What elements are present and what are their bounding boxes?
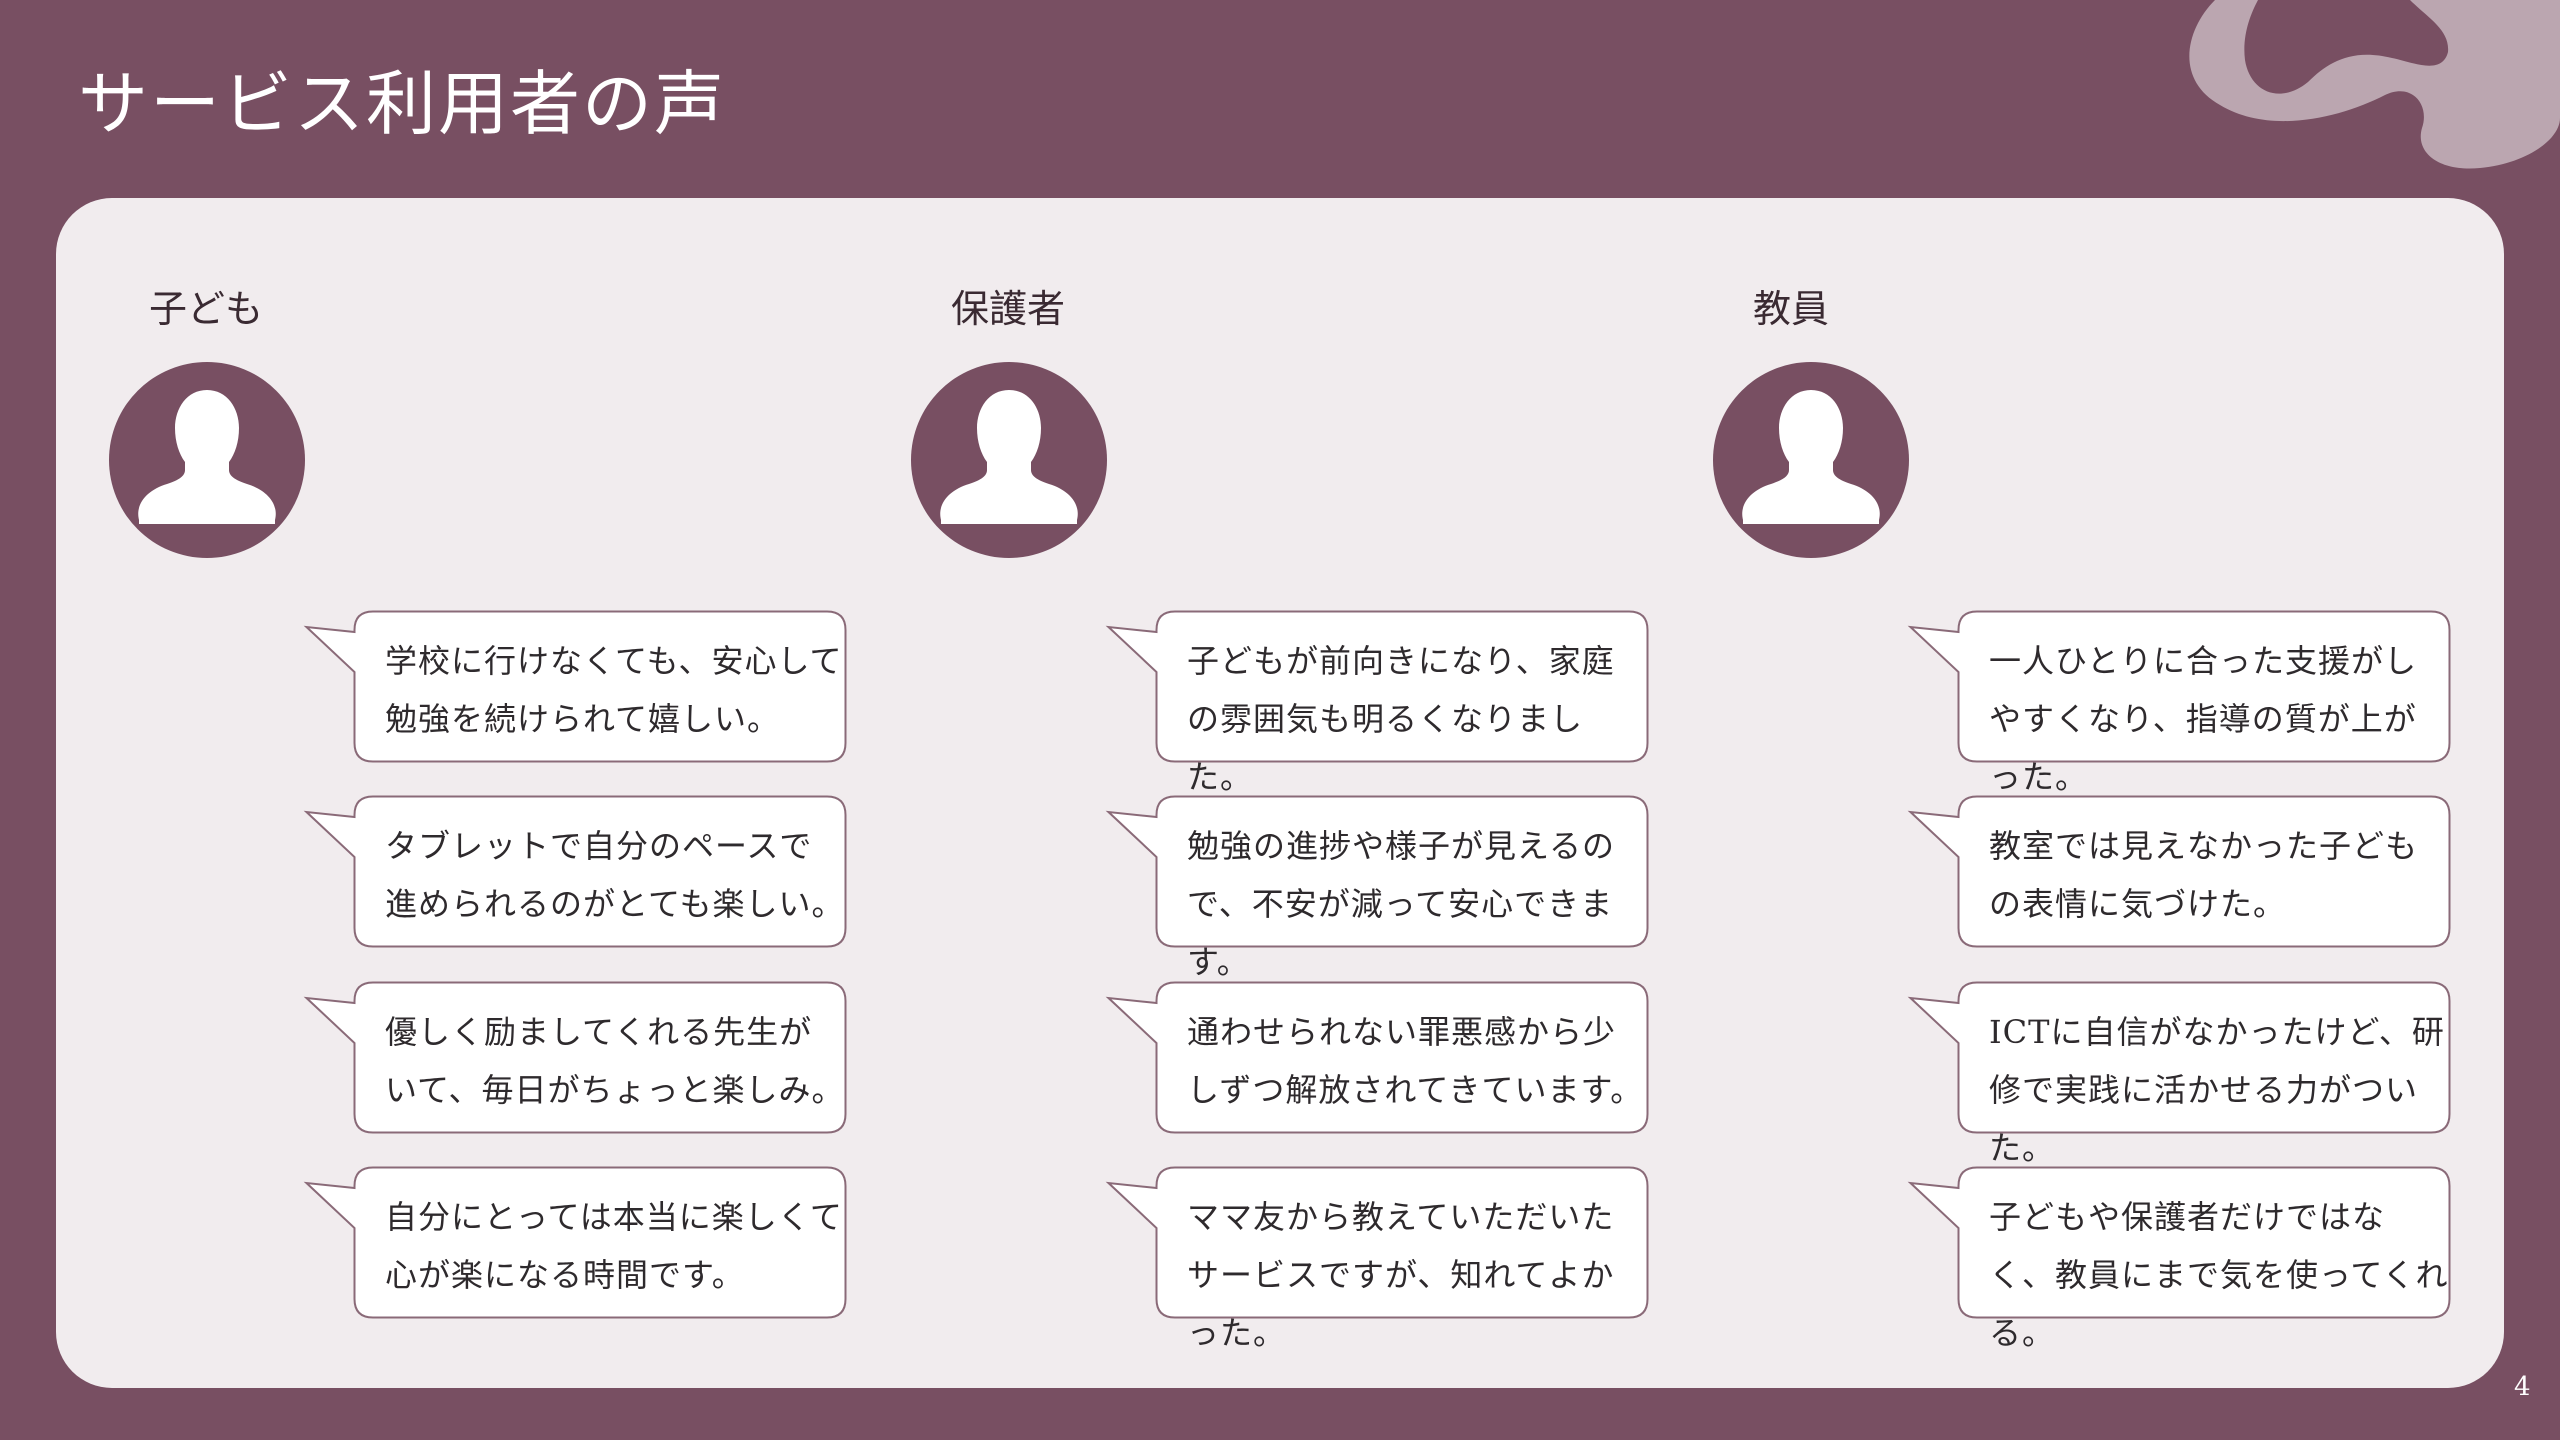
page-number: 4 [2514, 1372, 2531, 1402]
person-icon [1713, 362, 1909, 558]
speech-bubble: 自分にとっては本当に楽しくて心が楽になる時間です。 [303, 1166, 847, 1319]
person-icon [911, 362, 1107, 558]
comment-text: 子どもが前向きになり、家庭の雰囲気も明るくなりました。 [1187, 642, 1615, 796]
person-icon [109, 362, 305, 558]
speech-bubble: 勉強の進捗や様子が見えるので、不安が減って安心できます。 [1105, 795, 1649, 981]
comment-text: 自分にとっては本当に楽しくて心が楽になる時間です。 [385, 1198, 843, 1294]
speech-bubble: 優しく励ましてくれる先生がいて、毎日がちょっと楽しみ。 [303, 981, 847, 1134]
comment-text: 優しく励ましてくれる先生がいて、毎日がちょっと楽しみ。 [385, 1013, 845, 1109]
speech-bubble: 学校に行けなくても、安心して勉強を続けられて嬉しい。 [303, 610, 847, 763]
group-teachers: 教員 一人ひとりに合った支援がしやすくなり、指導の質が上がった。 教室では見えな… [1713, 198, 2513, 1388]
speech-bubble: 通わせられない罪悪感から少しずつ解放されてきています。 [1105, 981, 1649, 1134]
group-children: 子ども 学校に行けなくても、安心して勉強を続けられて嬉しい。 タブレットで自分の… [109, 198, 909, 1388]
speech-bubble: タブレットで自分のペースで進められるのがとても楽しい。 [303, 795, 847, 948]
speech-bubble: 子どもが前向きになり、家庭の雰囲気も明るくなりました。 [1105, 610, 1649, 796]
comment-text: ICTに自信がなかったけど、研修で実践に活かせる力がついた。 [1989, 1013, 2445, 1167]
testimonials-panel: 子ども 学校に行けなくても、安心して勉強を続けられて嬉しい。 タブレットで自分の… [56, 198, 2504, 1388]
comment-text: 通わせられない罪悪感から少しずつ解放されてきています。 [1187, 1013, 1644, 1109]
group-label: 子ども [149, 287, 264, 331]
speech-bubble: 子どもや保護者だけではなく、教員にまで気を使ってくれる。 [1907, 1166, 2451, 1352]
decorative-blob [2189, 0, 2560, 169]
comment-text: 子どもや保護者だけではなく、教員にまで気を使ってくれる。 [1989, 1198, 2449, 1352]
comment-text: タブレットで自分のペースで進められるのがとても楽しい。 [385, 827, 845, 923]
page-title: サービス利用者の声 [78, 63, 726, 145]
speech-bubble: ママ友から教えていただいたサービスですが、知れてよかった。 [1105, 1166, 1649, 1352]
speech-bubble: ICTに自信がなかったけど、研修で実践に活かせる力がついた。 [1907, 981, 2451, 1167]
comment-text: ママ友から教えていただいたサービスですが、知れてよかった。 [1187, 1198, 1615, 1352]
speech-bubble: 一人ひとりに合った支援がしやすくなり、指導の質が上がった。 [1907, 610, 2451, 796]
speech-bubble: 教室では見えなかった子どもの表情に気づけた。 [1907, 795, 2451, 948]
group-label: 保護者 [951, 287, 1066, 331]
group-label: 教員 [1753, 287, 1830, 331]
comment-text: 教室では見えなかった子どもの表情に気づけた。 [1989, 827, 2419, 923]
comment-text: 勉強の進捗や様子が見えるので、不安が減って安心できます。 [1187, 827, 1616, 981]
group-parents: 保護者 子どもが前向きになり、家庭の雰囲気も明るくなりました。 勉強の進捗や様子… [911, 198, 1711, 1388]
comment-text: 一人ひとりに合った支援がしやすくなり、指導の質が上がった。 [1989, 642, 2418, 796]
comment-text: 学校に行けなくても、安心して勉強を続けられて嬉しい。 [385, 642, 843, 738]
